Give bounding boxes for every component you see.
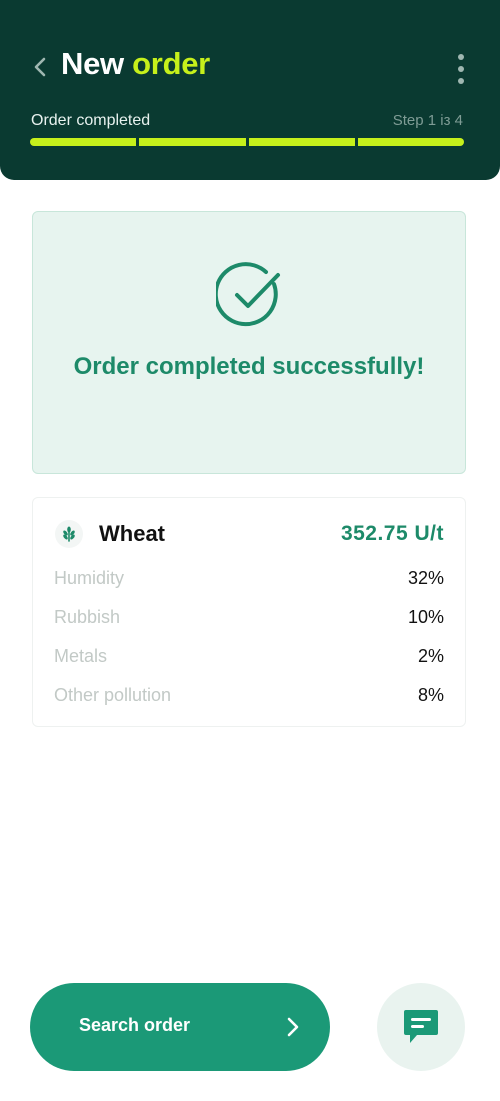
step-label: Order completed (31, 112, 151, 129)
more-dot-icon (458, 78, 464, 84)
detail-row: Other pollution 8% (54, 683, 444, 707)
detail-value: 2% (417, 645, 444, 666)
detail-value: 32% (407, 567, 444, 588)
detail-label: Rubbish (54, 606, 121, 627)
order-details-card: Wheat 352.75 U/t Humidity 32% Rubbish 10… (32, 497, 466, 727)
chevron-left-icon (34, 57, 46, 77)
chevron-right-icon (287, 1017, 299, 1037)
detail-row: Humidity 32% (54, 566, 444, 590)
app-header: New order Order completed Step 1 із 4 (0, 0, 500, 180)
progress-segment (139, 138, 246, 146)
more-options-button[interactable] (448, 50, 474, 88)
crop-icon-badge (55, 520, 83, 548)
chat-button[interactable] (377, 983, 465, 1071)
crop-name: Wheat (99, 521, 165, 546)
check-circle-icon (216, 262, 280, 327)
search-order-label: Search order (79, 1015, 191, 1035)
wheat-icon (63, 526, 75, 542)
progress-segment (248, 138, 355, 146)
detail-label: Metals (54, 645, 108, 666)
title-text: New (61, 46, 124, 81)
chat-bubble-icon (404, 1010, 438, 1043)
page-title: New order (61, 46, 210, 82)
step-counter: Step 1 із 4 (392, 112, 463, 129)
progress-segment (30, 138, 137, 146)
success-message: Order completed successfully! (73, 353, 425, 380)
more-dot-icon (458, 66, 464, 72)
more-dot-icon (458, 54, 464, 60)
title-accent-text: order (132, 46, 210, 81)
detail-row: Metals 2% (54, 644, 444, 668)
detail-value: 10% (407, 606, 444, 627)
progress-bar (30, 138, 464, 146)
search-order-button[interactable]: Search order (30, 983, 330, 1071)
detail-label: Humidity (54, 567, 125, 588)
crop-price: 352.75 U/t (340, 522, 444, 545)
back-button[interactable] (26, 52, 54, 82)
detail-value: 8% (417, 684, 444, 705)
detail-row: Rubbish 10% (54, 605, 444, 629)
success-card: Order completed successfully! (32, 211, 466, 474)
detail-label: Other pollution (54, 684, 172, 705)
progress-segment (357, 138, 464, 146)
